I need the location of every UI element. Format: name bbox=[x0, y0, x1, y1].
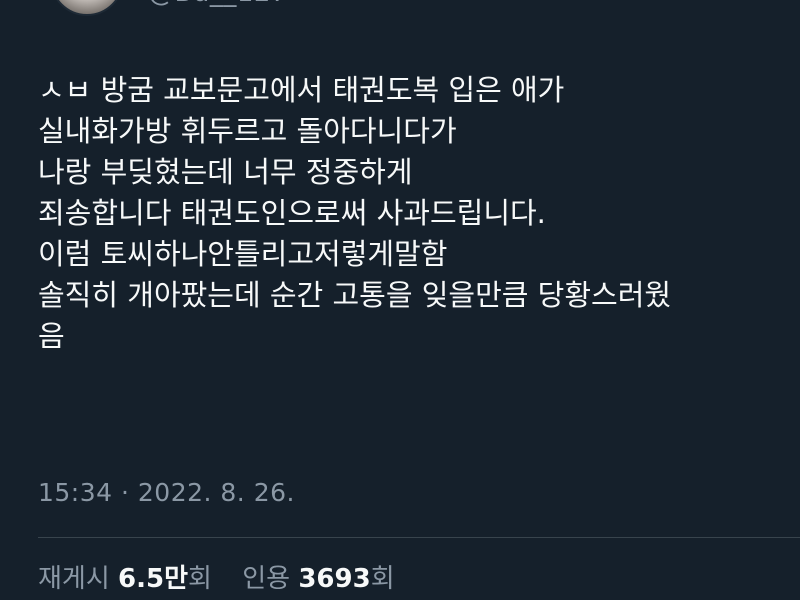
quote-value: 3693 bbox=[298, 564, 371, 594]
author-handle[interactable]: @Bu__127 bbox=[148, 0, 288, 8]
divider bbox=[38, 537, 800, 538]
tweet-line: 실내화가방 휘두르고 돌아다니다가 bbox=[38, 114, 457, 148]
tweet-timestamp[interactable]: 15:34 · 2022. 8. 26. bbox=[38, 478, 295, 507]
quote-unit: 회 bbox=[370, 564, 395, 594]
engagement-stats: 재게시 6.5만회 인용 3693회 bbox=[38, 558, 417, 595]
retweet-count-link[interactable]: 재게시 6.5만회 bbox=[38, 558, 212, 595]
avatar[interactable] bbox=[50, 0, 124, 16]
tweet-line: ㅅㅂ 방굼 교보문고에서 태권도복 입은 애가 bbox=[38, 73, 565, 107]
tweet-line: 음 bbox=[38, 319, 65, 353]
quote-count-link[interactable]: 인용 3693회 bbox=[242, 558, 394, 595]
quote-label: 인용 bbox=[242, 564, 299, 594]
tweet-line: 솔직히 개아팠는데 순간 고통을 잊을만큼 당황스러웠 bbox=[38, 278, 672, 312]
tweet-header: @Bu__127 bbox=[0, 0, 800, 40]
retweet-label: 재게시 bbox=[38, 564, 119, 594]
tweet-line: 죄송합니다 태권도인으로써 사과드립니다. bbox=[38, 196, 546, 230]
retweet-value: 6.5만 bbox=[118, 564, 189, 594]
tweet-text: ㅅㅂ 방굼 교보문고에서 태권도복 입은 애가 실내화가방 휘두르고 돌아다니다… bbox=[38, 70, 778, 357]
tweet-line: 나랑 부딪혔는데 너무 정중하게 bbox=[38, 155, 413, 189]
retweet-unit: 회 bbox=[188, 564, 212, 594]
tweet-line: 이럼 토씨하나안틀리고저렇게말함 bbox=[38, 237, 448, 271]
